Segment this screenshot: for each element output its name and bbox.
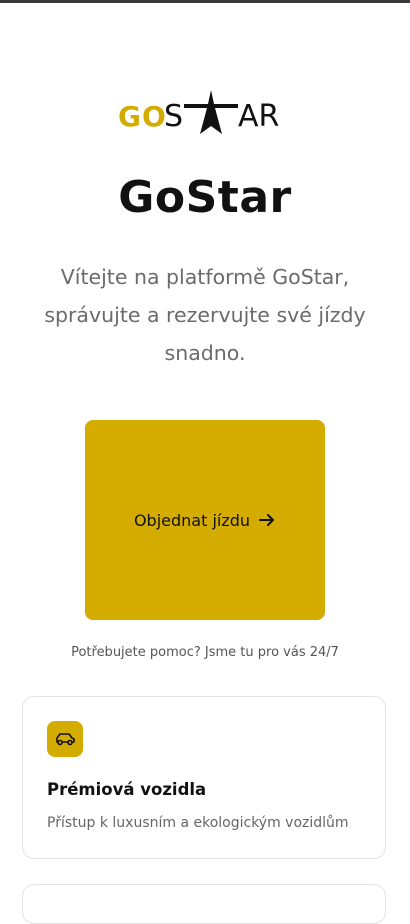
logo-s-text: S (164, 99, 183, 134)
logo-star-shape (184, 90, 238, 134)
order-ride-button[interactable]: Objednat jízdu (85, 420, 325, 620)
feature-title: Prémiová vozidla (47, 780, 207, 799)
gostar-logo: GO S AR (118, 90, 279, 134)
order-ride-label: Objednat jízdu (133, 510, 251, 530)
logo-go-text: GO (118, 100, 167, 133)
car-icon (56, 733, 75, 746)
feature-icon-box (47, 721, 83, 757)
arrow-right-icon (259, 514, 275, 526)
top-border (0, 0, 410, 3)
feature-card: Prémiová vozidla Přístup k luxusním a ek… (22, 696, 386, 859)
logo-ar-text: AR (238, 99, 279, 134)
feature-card-next (22, 884, 386, 924)
hero-subtitle: Vítejte na platformě GoStar, správujte a… (44, 265, 366, 365)
feature-description: Přístup k luxusním a ekologickým vozidlů… (47, 815, 349, 831)
page-title: GoStar (118, 172, 292, 223)
help-text: Potřebujete pomoc? Jsme tu pro vás 24/7 (71, 645, 339, 660)
